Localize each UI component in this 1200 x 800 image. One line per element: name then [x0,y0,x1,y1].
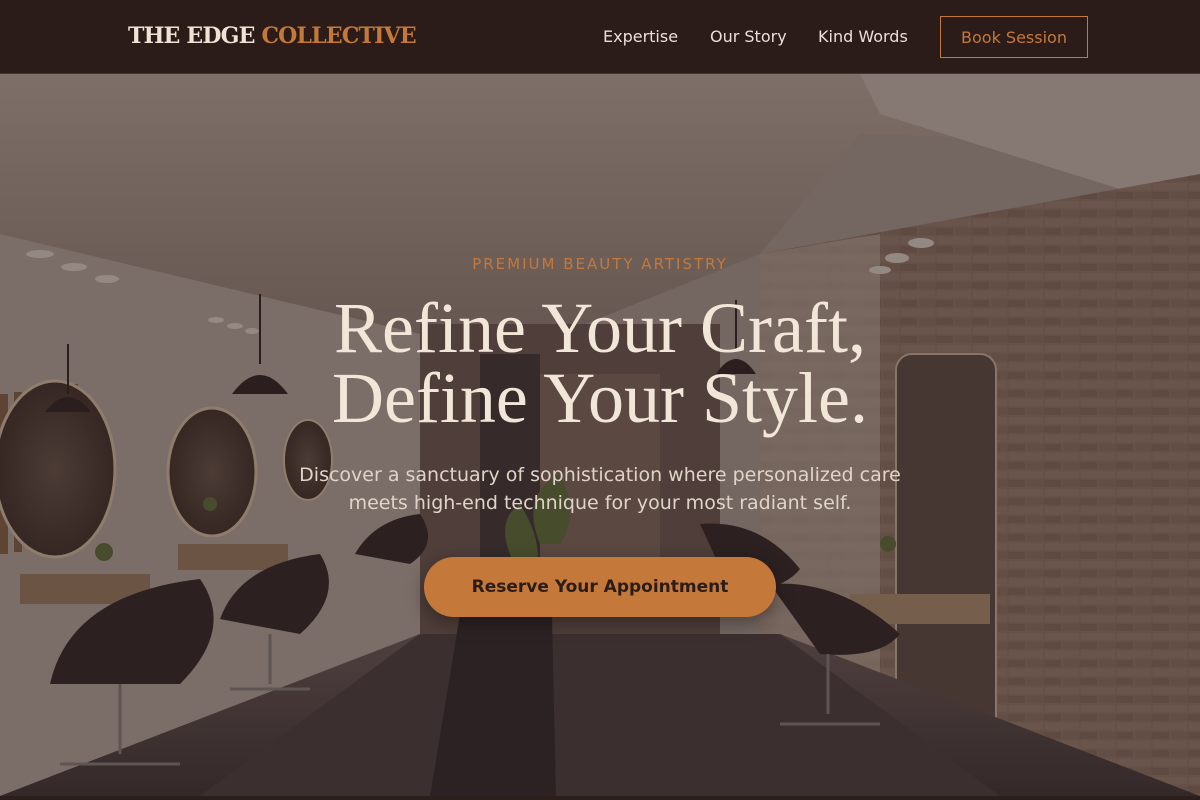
book-session-button[interactable]: Book Session [940,16,1088,58]
hero-eyebrow: PREMIUM BEAUTY ARTISTRY [472,255,728,273]
reserve-appointment-button[interactable]: Reserve Your Appointment [424,557,776,617]
page-bottom-edge [0,796,1200,800]
hero-headline-line-2: Define Your Style. [332,358,868,438]
brand-logo[interactable]: THE EDGE COLLECTIVE [128,23,417,49]
hero-headline-line-1: Refine Your Craft, [334,288,866,368]
hero-subtitle: Discover a sanctuary of sophistication w… [270,461,930,517]
hero-subtitle-line-1: Discover a sanctuary of sophistication w… [299,464,901,486]
nav-link-our-story[interactable]: Our Story [710,27,787,46]
site-header: THE EDGE COLLECTIVE Expertise Our Story … [0,0,1200,74]
hero-headline: Refine Your Craft, Define Your Style. [0,292,1200,434]
nav-link-kind-words[interactable]: Kind Words [818,27,908,46]
nav-link-expertise[interactable]: Expertise [603,27,678,46]
brand-name: THE EDGE [128,23,262,49]
brand-name-accent: COLLECTIVE [261,23,416,49]
hero-subtitle-line-2: meets high-end technique for your most r… [348,492,852,514]
